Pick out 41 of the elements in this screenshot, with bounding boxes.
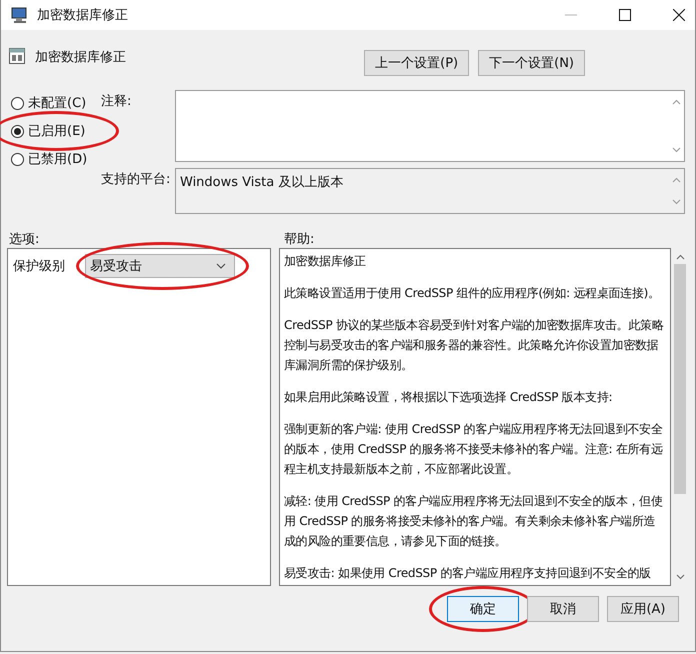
scroll-up-icon[interactable] [676, 254, 684, 260]
dropdown[interactable]: 易受攻击 [85, 254, 235, 278]
help-heading: 帮助: [284, 231, 314, 248]
radio-option[interactable]: 未配置(C) [11, 93, 86, 113]
policy-name: 加密数据库修正 [35, 49, 126, 66]
help-paragraph: 减轻: 使用 CredSSP 的客户端应用程序将无法回退到不安全的版本，但使用 CredSSP 的服务将接受未修补的客户端。有关剩余未修补客户端所造成的风险的重要信息，请参见下面的链接。 [284, 493, 664, 550]
options-heading: 选项: [9, 231, 40, 248]
help-paragraph: 易受攻击: 如果使用 CredSSP 的客户端应用程序支持回退到不安全的版 [284, 565, 652, 582]
dropdown-value: 易受攻击 [90, 258, 142, 275]
window-title: 加密数据库修正 [37, 7, 128, 24]
chevron-down-icon[interactable] [216, 263, 226, 269]
dialog-button[interactable]: 取消 [527, 596, 599, 622]
radio-button[interactable] [11, 152, 24, 166]
radio-button[interactable] [11, 124, 24, 138]
scroll-down-icon[interactable] [672, 147, 680, 153]
help-paragraph: 加密数据库修正 [284, 253, 367, 270]
scroll-down-icon[interactable] [672, 199, 680, 205]
help-paragraph: 如果启用此策略设置，将根据以下选项选择 CredSSP 版本支持: [284, 389, 614, 406]
comment-field[interactable] [175, 90, 685, 162]
nav-button[interactable]: 下一个设置(N) [478, 50, 585, 76]
radio-button[interactable] [11, 96, 24, 110]
nav-button[interactable]: 上一个设置(P) [364, 50, 470, 76]
dialog-button[interactable]: 应用(A) [607, 596, 679, 622]
dialog-button[interactable]: 确定 [447, 596, 519, 622]
radio-option[interactable]: 已禁用(D) [11, 149, 88, 169]
monitor-icon [11, 7, 29, 23]
maximize-icon[interactable] [619, 9, 631, 21]
close-icon[interactable] [673, 9, 685, 21]
help-paragraph: CredSSP 协议的某些版本容易受到针对客户端的加密数据库攻击。此策略控制与易受攻击的客户端和服务器的兼容性。此策略允许你设置加密数据库漏洞所需的保护级别。 [284, 317, 665, 374]
comment-label: 注释: [101, 93, 132, 111]
platform-text: Windows Vista 及以上版本 [179, 174, 344, 192]
help-paragraph: 此策略设置适用于使用 CredSSP 组件的应用程序(例如: 远程桌面连接)。 [284, 285, 661, 302]
scroll-up-icon[interactable] [672, 99, 680, 105]
scroll-up-icon[interactable] [672, 177, 680, 183]
help-paragraph: 强制更新的客户端: 使用 CredSSP 的客户端应用程序将无法回退到不安全的版本，使用 CredSSP 的服务将不接受未修补的客户端。注意: 在所有远程主机支持最新版本之前，不应部署此设置。 [284, 421, 664, 478]
radio-option[interactable]: 已启用(E) [11, 121, 86, 141]
policy-icon [9, 48, 25, 64]
platform-label: 支持的平台: [101, 171, 172, 189]
scrollbar-thumb[interactable] [674, 264, 686, 494]
scroll-down-icon[interactable] [676, 574, 684, 580]
field-label: 保护级别 [13, 258, 66, 275]
